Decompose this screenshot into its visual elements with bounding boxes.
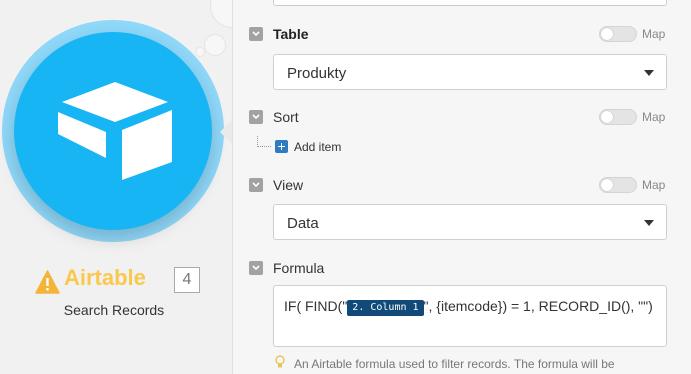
- formula-hint: An Airtable formula used to filter recor…: [294, 357, 615, 371]
- table-map-label: Map: [642, 27, 666, 41]
- formula-text-end: ", {itemcode}) = 1, RECORD_ID(), ""): [423, 298, 653, 314]
- formula-text-start: IF( FIND(": [284, 298, 348, 314]
- sort-collapse-toggle[interactable]: [249, 110, 263, 124]
- settings-panel: Table Map Produkty Sort Map Add item Vie…: [232, 0, 691, 374]
- chevron-down-icon: [252, 31, 260, 37]
- module-connector: [220, 120, 232, 144]
- lightbulb-icon: [275, 355, 285, 368]
- airtable-logo-icon: [58, 82, 172, 180]
- toggle-knob: [601, 28, 613, 40]
- table-select[interactable]: Produkty: [273, 54, 667, 90]
- table-select-value: Produkty: [287, 65, 347, 82]
- formula-label: Formula: [273, 260, 325, 276]
- warning-icon: [35, 270, 60, 294]
- view-map-label: Map: [642, 178, 666, 192]
- bubble-medium: [204, 34, 226, 56]
- table-label: Table: [273, 26, 309, 42]
- module-id-badge: 4: [174, 267, 200, 293]
- table-collapse-toggle[interactable]: [249, 27, 263, 41]
- caret-down-icon: [644, 220, 654, 226]
- view-map-toggle[interactable]: [599, 177, 637, 193]
- connection-field[interactable]: [273, 0, 667, 6]
- sort-map-toggle[interactable]: [599, 109, 637, 125]
- caret-down-icon: [644, 70, 654, 76]
- module-app-name: Airtable: [64, 265, 146, 290]
- chevron-down-icon: [252, 182, 260, 188]
- formula-collapse-toggle[interactable]: [249, 261, 263, 275]
- toggle-knob: [601, 179, 613, 191]
- add-item-button[interactable]: Add item: [294, 140, 341, 154]
- chevron-down-icon: [252, 114, 260, 120]
- view-label: View: [273, 177, 304, 193]
- view-collapse-toggle[interactable]: [249, 178, 263, 192]
- view-select-value: Data: [287, 215, 319, 232]
- sort-map-label: Map: [642, 110, 666, 124]
- toggle-knob: [601, 111, 613, 123]
- scenario-canvas: Airtable 4 Search Records: [0, 0, 254, 374]
- chevron-down-icon: [252, 265, 260, 271]
- sort-label: Sort: [273, 109, 299, 125]
- column-token-pill[interactable]: 2. Column 1: [347, 300, 424, 316]
- view-select[interactable]: Data: [273, 204, 667, 240]
- formula-input[interactable]: IF( FIND(" 2. Column 1 ", {itemcode}) = 1,…: [273, 285, 667, 347]
- table-map-toggle[interactable]: [599, 26, 637, 42]
- module-action-label: Search Records: [63, 302, 165, 318]
- add-item-icon[interactable]: [275, 140, 288, 153]
- tree-connector: [257, 136, 271, 147]
